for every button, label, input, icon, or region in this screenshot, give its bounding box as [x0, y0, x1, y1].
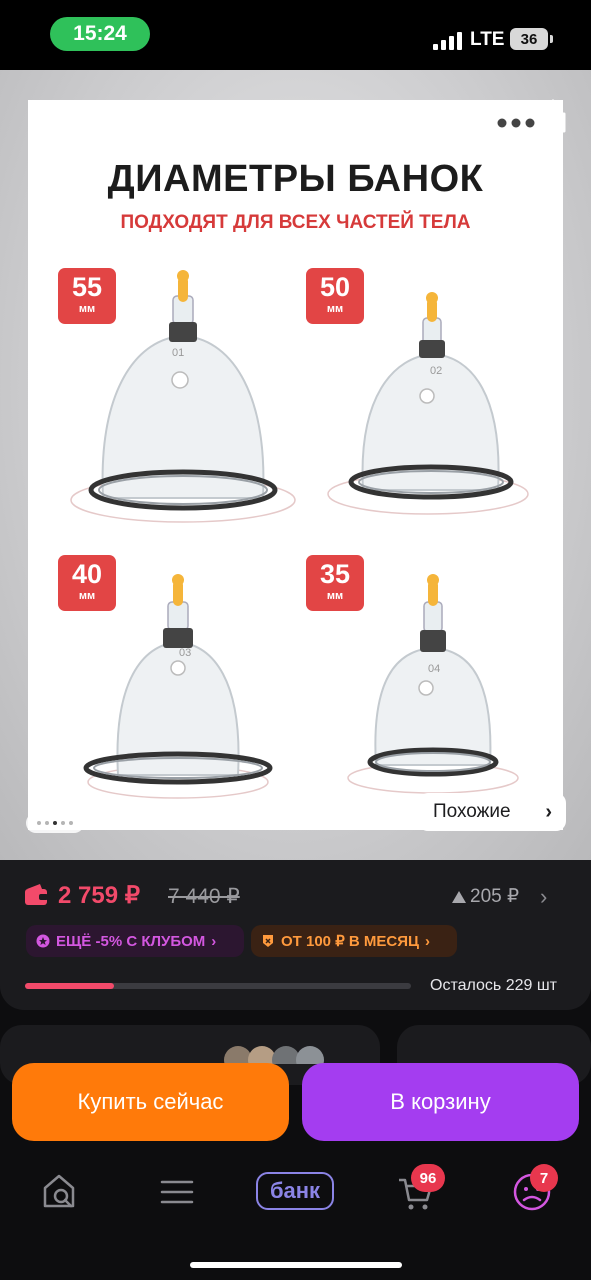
profile-badge: 7 — [530, 1164, 558, 1192]
heart-icon[interactable] — [460, 100, 494, 132]
image-title: ДИАМЕТРЫ БАНОК — [107, 158, 484, 200]
club-offer-label: ЕЩЁ -5% С КЛУБОМ — [56, 932, 206, 950]
buy-now-button[interactable]: Купить сейчас — [12, 1063, 289, 1141]
svg-text:04: 04 — [428, 663, 440, 675]
product-page: 15:24 LTE 36 ДИАМЕТРЫ БАНОК ПОДХОДЯТ ДЛЯ… — [0, 0, 591, 1280]
chevron-right-icon: › — [545, 800, 552, 823]
chevron-right-icon: › — [424, 932, 430, 950]
cupping-jar-35: 04 — [347, 574, 519, 794]
cupping-jar-50: 02 — [327, 292, 529, 515]
similar-label: Похожие — [433, 801, 511, 822]
cupping-jar-55: 01 — [70, 270, 296, 523]
cart-badge: 96 — [411, 1164, 445, 1192]
status-time: 15:24 — [50, 17, 150, 51]
share-icon[interactable] — [538, 98, 568, 134]
bottom-nav — [0, 1150, 591, 1280]
stock-progress-fill — [25, 983, 114, 989]
product-gallery[interactable]: ДИАМЕТРЫ БАНОК ПОДХОДЯТ ДЛЯ ВСЕХ ЧАСТЕЙ … — [0, 70, 591, 860]
back-icon[interactable] — [26, 100, 56, 136]
reviewer-avatars — [224, 1046, 324, 1064]
chevron-right-icon: › — [211, 932, 217, 950]
stock-remaining: Осталось 229 шт — [430, 977, 557, 994]
bank-label: банк — [269, 1178, 321, 1203]
home-search-icon[interactable] — [42, 1172, 80, 1212]
svg-text:01: 01 — [172, 347, 184, 359]
product-image: ДИАМЕТРЫ БАНОК ПОДХОДЯТ ДЛЯ ВСЕХ ЧАСТЕЙ … — [28, 100, 563, 830]
more-icon[interactable] — [496, 118, 540, 128]
installment-label: ОТ 100 ₽ В МЕСЯЦ — [281, 933, 419, 950]
chevron-right-icon[interactable]: › — [540, 884, 547, 910]
similar-button[interactable]: Похожие › — [418, 793, 566, 831]
add-to-cart-button[interactable]: В корзину — [302, 1063, 579, 1141]
installment-icon — [263, 935, 273, 947]
price-delta-value: 205 ₽ — [470, 886, 520, 907]
carousel-indicator — [26, 813, 84, 833]
menu-icon[interactable] — [160, 1172, 194, 1212]
home-indicator — [190, 1262, 402, 1268]
network-type: LTE — [470, 29, 505, 50]
wallet-icon — [25, 884, 48, 905]
battery-icon: 36 — [510, 28, 553, 50]
club-icon — [36, 934, 50, 948]
svg-text:03: 03 — [179, 647, 191, 659]
stock-progress — [25, 983, 411, 989]
bank-button[interactable]: банк — [256, 1172, 334, 1210]
price-delta[interactable]: 205 ₽ — [452, 885, 519, 908]
svg-text:02: 02 — [430, 365, 442, 377]
club-offer-chip[interactable]: ЕЩЁ -5% С КЛУБОМ › — [26, 925, 244, 957]
signal-icon — [433, 30, 463, 50]
arrow-up-icon — [452, 890, 466, 903]
image-subtitle: ПОДХОДЯТ ДЛЯ ВСЕХ ЧАСТЕЙ ТЕЛА — [120, 212, 471, 233]
current-price: 2 759 ₽ — [58, 882, 140, 909]
old-price: 7 440 ₽ — [168, 885, 240, 908]
status-bar: 15:24 LTE 36 — [0, 0, 591, 70]
cupping-jar-40: 03 — [83, 574, 273, 799]
installment-chip[interactable]: ОТ 100 ₽ В МЕСЯЦ › — [251, 925, 457, 957]
